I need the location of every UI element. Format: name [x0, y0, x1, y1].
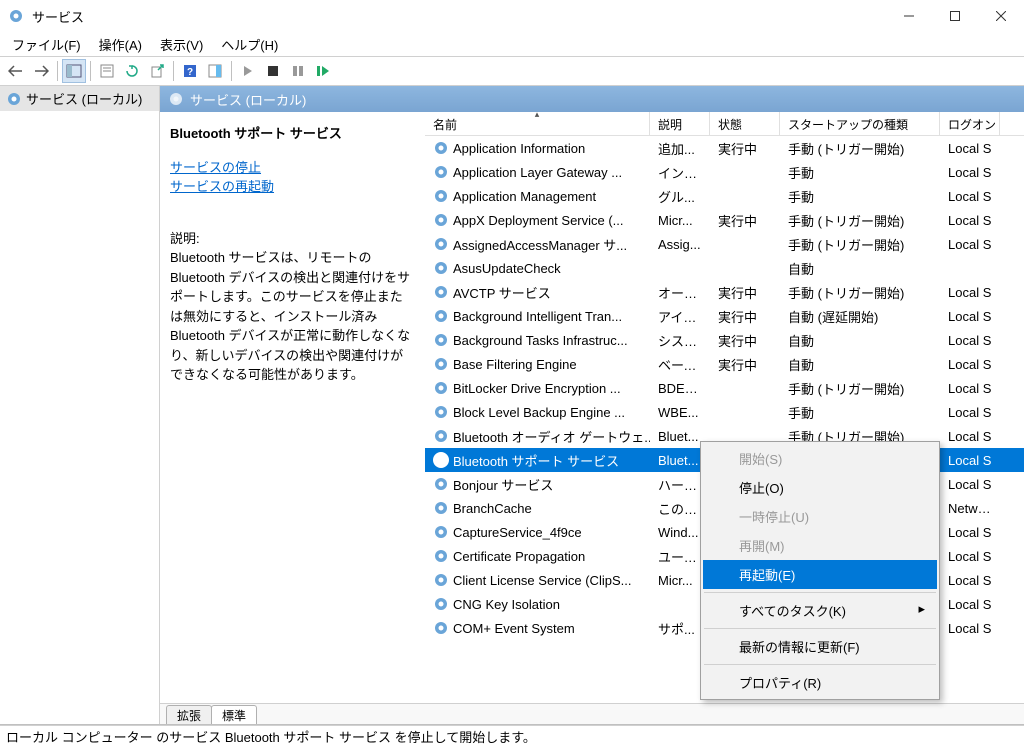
- titlebar: サービス: [0, 0, 1024, 32]
- context-menu-item: 再開(M): [703, 531, 937, 560]
- export-button[interactable]: [145, 59, 169, 83]
- menu-separator: [704, 592, 936, 593]
- pause-button[interactable]: [286, 59, 310, 83]
- service-row[interactable]: BitLocker Drive Encryption ...BDES...手動 …: [425, 376, 1024, 400]
- context-menu: 開始(S)停止(O)一時停止(U)再開(M)再起動(E) すべてのタスク(K) 最新…: [700, 441, 940, 700]
- service-row[interactable]: AssignedAccessManager サ...Assig...手動 (トリ…: [425, 232, 1024, 256]
- menu-help[interactable]: ヘルプ(H): [213, 33, 286, 56]
- help-button[interactable]: ?: [178, 59, 202, 83]
- service-row[interactable]: Background Intelligent Tran...アイド...実行中自…: [425, 304, 1024, 328]
- services-icon: [8, 8, 24, 24]
- context-menu-item: 開始(S): [703, 444, 937, 473]
- context-menu-item: 一時停止(U): [703, 502, 937, 531]
- context-menu-item[interactable]: 停止(O): [703, 473, 937, 502]
- column-desc[interactable]: 説明: [650, 112, 710, 135]
- menu-separator: [704, 628, 936, 629]
- column-state[interactable]: 状態: [710, 112, 780, 135]
- tree-item-services[interactable]: サービス (ローカル): [0, 86, 159, 111]
- service-row[interactable]: Base Filtering Engineベース...実行中自動Local S: [425, 352, 1024, 376]
- service-row[interactable]: AsusUpdateCheck自動: [425, 256, 1024, 280]
- toolbar-separator: [57, 61, 58, 81]
- context-menu-item[interactable]: 最新の情報に更新(F): [703, 632, 937, 661]
- content-header: サービス (ローカル): [160, 86, 1024, 112]
- window-title: サービス: [32, 7, 886, 26]
- service-row[interactable]: Application Information追加...実行中手動 (トリガー開…: [425, 136, 1024, 160]
- column-logon[interactable]: ログオン: [940, 112, 1000, 135]
- context-menu-item[interactable]: 再起動(E): [703, 560, 937, 589]
- detail-title: Bluetooth サポート サービス: [170, 124, 415, 144]
- service-row[interactable]: AVCTP サービスオーデ...実行中手動 (トリガー開始)Local S: [425, 280, 1024, 304]
- tab-extended[interactable]: 拡張: [166, 705, 212, 724]
- show-hide-action-button[interactable]: [203, 59, 227, 83]
- status-text: ローカル コンピューター のサービス Bluetooth サポート サービス を…: [6, 727, 536, 746]
- column-headers: 名前 説明 状態 スタートアップの種類 ログオン: [425, 112, 1024, 136]
- toolbar-separator: [173, 61, 174, 81]
- menu-view[interactable]: 表示(V): [152, 33, 211, 56]
- restart-button[interactable]: [311, 59, 335, 83]
- close-button[interactable]: [978, 0, 1024, 32]
- show-hide-tree-button[interactable]: [62, 59, 86, 83]
- refresh-button[interactable]: [120, 59, 144, 83]
- back-button[interactable]: [4, 59, 28, 83]
- service-row[interactable]: Background Tasks Infrastruc...システ...実行中自…: [425, 328, 1024, 352]
- forward-button[interactable]: [29, 59, 53, 83]
- minimize-button[interactable]: [886, 0, 932, 32]
- context-menu-item[interactable]: プロパティ(R): [703, 668, 937, 697]
- detail-pane: Bluetooth サポート サービス サービスの停止 サービスの再起動 説明:…: [160, 112, 425, 703]
- toolbar-separator: [90, 61, 91, 81]
- restart-service-link[interactable]: サービスの再起動: [170, 177, 415, 197]
- play-button[interactable]: [236, 59, 260, 83]
- content-header-title: サービス (ローカル): [190, 90, 306, 109]
- service-row[interactable]: Application Managementグル...手動Local S: [425, 184, 1024, 208]
- window-controls: [886, 0, 1024, 32]
- description-text: Bluetooth サービスは、リモートの Bluetooth デバイスの検出と…: [170, 248, 415, 385]
- service-row[interactable]: AppX Deployment Service (...Micr...実行中手動…: [425, 208, 1024, 232]
- service-row[interactable]: Application Layer Gateway ...インタ...手動Loc…: [425, 160, 1024, 184]
- menubar: ファイル(F) 操作(A) 表示(V) ヘルプ(H): [0, 32, 1024, 56]
- tabs-strip: 拡張 標準: [160, 703, 1024, 724]
- tab-standard[interactable]: 標準: [211, 705, 257, 724]
- maximize-button[interactable]: [932, 0, 978, 32]
- menu-file[interactable]: ファイル(F): [4, 33, 89, 56]
- properties-button[interactable]: [95, 59, 119, 83]
- column-startup[interactable]: スタートアップの種類: [780, 112, 940, 135]
- tree-item-label: サービス (ローカル): [26, 89, 142, 108]
- description-header: 説明:: [170, 229, 415, 249]
- menu-separator: [704, 664, 936, 665]
- content-pane: サービス (ローカル) Bluetooth サポート サービス サービスの停止 …: [160, 86, 1024, 724]
- column-name[interactable]: 名前: [425, 112, 650, 135]
- statusbar: ローカル コンピューター のサービス Bluetooth サポート サービス を…: [0, 725, 1024, 747]
- tree-pane: サービス (ローカル): [0, 86, 160, 724]
- toolbar: ?: [0, 56, 1024, 86]
- stop-service-link[interactable]: サービスの停止: [170, 158, 415, 178]
- stop-button[interactable]: [261, 59, 285, 83]
- body-area: サービス (ローカル) サービス (ローカル) Bluetooth サポート サ…: [0, 86, 1024, 725]
- svg-text:?: ?: [187, 67, 193, 78]
- menu-action[interactable]: 操作(A): [91, 33, 150, 56]
- context-menu-item[interactable]: すべてのタスク(K): [703, 596, 937, 625]
- toolbar-separator: [231, 61, 232, 81]
- service-row[interactable]: Block Level Backup Engine ...WBE...手動Loc…: [425, 400, 1024, 424]
